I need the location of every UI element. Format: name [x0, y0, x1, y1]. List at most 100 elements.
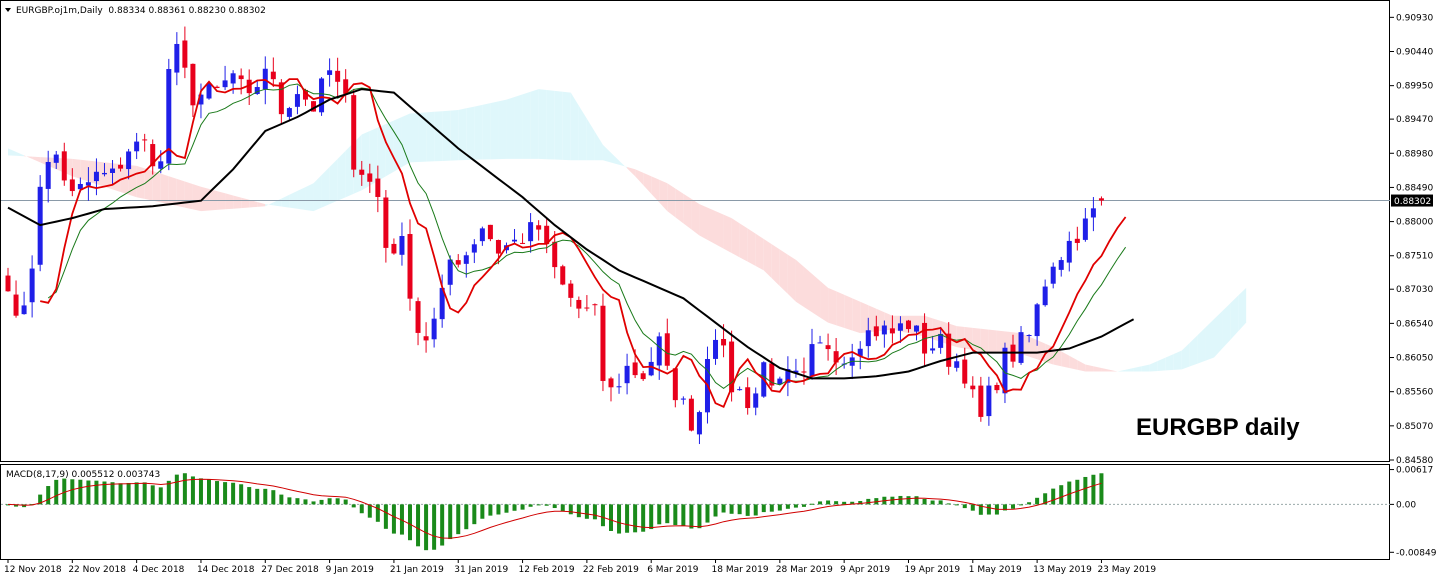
cloud-segment	[860, 301, 869, 334]
macd-bar	[424, 504, 429, 551]
candle-body	[1058, 260, 1064, 270]
price-tick-label: 0.85560	[1396, 388, 1433, 398]
candle-body	[278, 82, 284, 115]
candle-body	[383, 197, 389, 248]
candle-body	[994, 384, 1000, 391]
macd-axis: 0.00617 0.00 -0.00849	[1390, 466, 1436, 558]
macd-bar	[625, 504, 630, 533]
macd-bar	[729, 504, 734, 514]
macd-bar	[826, 500, 831, 505]
macd-bar	[391, 504, 396, 534]
macd-bar	[319, 499, 324, 505]
candle-body	[230, 73, 236, 84]
cloud-segment	[747, 228, 756, 267]
candle-body	[190, 63, 196, 106]
macd-bar	[681, 504, 686, 526]
cloud-segment	[393, 117, 402, 172]
macd-tick-label: -0.00849	[1396, 548, 1436, 558]
candle-body	[1074, 238, 1080, 243]
time-tick-label: 22 Feb 2019	[583, 565, 639, 575]
candle-body	[672, 368, 678, 401]
price-axis: 0.90930 0.90440 0.89950 0.89470 0.88980 0.884…	[1390, 13, 1433, 466]
candle-body	[359, 169, 365, 175]
cloud-segment	[723, 214, 732, 253]
cloud-segment	[755, 233, 764, 271]
candle-body	[528, 222, 534, 242]
macd-bar	[1035, 497, 1040, 505]
cloud-segment	[466, 106, 475, 161]
macd-bar	[938, 500, 943, 505]
macd-info: MACD(8,17,9) 0.005512 0.003743	[6, 470, 160, 480]
macd-bar	[126, 482, 131, 505]
candle-body	[1090, 208, 1096, 218]
macd-bar	[247, 487, 252, 505]
cloud-segment	[731, 218, 740, 258]
candle-body	[286, 108, 292, 117]
candle-body	[487, 224, 493, 240]
candle-body	[825, 345, 831, 350]
candle-body	[407, 234, 413, 299]
macd-bar	[383, 504, 388, 529]
candle-body	[624, 365, 630, 384]
candle-body	[367, 173, 373, 182]
cloud-segment	[836, 291, 845, 328]
cloud-segment	[787, 254, 796, 302]
macd-bar	[70, 479, 75, 505]
candle-body	[801, 371, 807, 373]
candle-body	[881, 325, 887, 335]
macd-bar	[488, 504, 493, 516]
macd-bar	[504, 504, 509, 513]
cloud-segment	[474, 104, 483, 160]
macd-bar	[536, 504, 541, 506]
candle-body	[134, 141, 140, 152]
candle-body	[1034, 304, 1040, 337]
candle-body	[616, 386, 622, 388]
macd-bar	[142, 482, 147, 505]
candle-body	[865, 330, 871, 347]
cloud-segment	[546, 90, 555, 160]
macd-bar	[512, 504, 517, 511]
time-tick-label: 23 May 2019	[1097, 565, 1156, 575]
macd-bar	[359, 504, 364, 514]
candle-body	[158, 161, 164, 169]
candle-body	[576, 299, 582, 309]
macd-bar	[110, 482, 115, 505]
macd-bar	[528, 504, 533, 507]
candle-body	[584, 307, 590, 309]
price-tick-label: 0.86540	[1396, 319, 1433, 329]
cloud-segment	[530, 89, 539, 159]
macd-panel-frame	[0, 464, 1390, 560]
price-tick-label: 0.89470	[1396, 115, 1433, 125]
macd-bar	[560, 504, 565, 512]
candle-body	[600, 305, 606, 381]
candle-body	[552, 241, 558, 268]
candle-body	[520, 242, 526, 244]
candle-body	[423, 336, 429, 341]
price-tick-label: 0.85070	[1396, 422, 1433, 432]
macd-bar	[367, 504, 372, 518]
cloud-segment	[803, 266, 812, 313]
macd-tick-label: 0.00	[1396, 500, 1416, 510]
candle-body	[1018, 332, 1024, 363]
macd-bar	[408, 504, 412, 541]
candle-body	[463, 255, 469, 264]
cloud-segment	[683, 193, 692, 230]
candle-body	[1098, 198, 1104, 201]
candle-body	[753, 393, 759, 408]
macd-bar	[1051, 488, 1056, 505]
candle-body	[648, 361, 654, 376]
time-tick-label: 14 Dec 2018	[197, 565, 255, 575]
time-tick-label: 19 Apr 2019	[904, 565, 960, 575]
candle-body	[53, 154, 59, 163]
candle-body	[85, 182, 91, 186]
cloud-segment	[168, 176, 177, 206]
time-tick-label: 13 May 2019	[1033, 565, 1092, 575]
cloud-segment	[715, 211, 724, 249]
cloud-segment	[337, 150, 346, 201]
macd-bar	[866, 498, 871, 505]
macd-bar	[930, 500, 935, 505]
cloud-segment	[699, 204, 708, 240]
candle-body	[45, 161, 51, 189]
macd-bar	[472, 504, 477, 525]
time-tick-label: 31 Jan 2019	[454, 565, 508, 575]
